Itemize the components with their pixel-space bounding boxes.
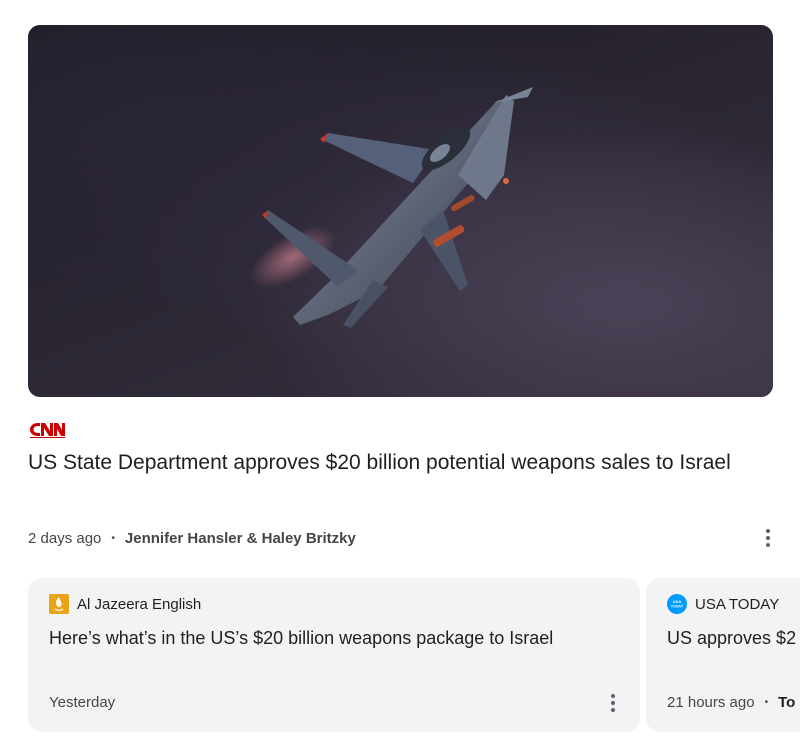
svg-text:USA: USA bbox=[673, 599, 682, 604]
main-story-authors[interactable]: Jennifer Hansler & Haley Britzky bbox=[125, 530, 356, 547]
hero-image[interactable] bbox=[28, 25, 773, 397]
card-time: 21 hours ago • To bbox=[667, 694, 795, 711]
main-story-meta: 2 days ago • Jennifer Hansler & Haley Br… bbox=[28, 528, 356, 548]
card-title[interactable]: US approves $2 bbox=[667, 626, 796, 650]
meta-separator: • bbox=[111, 532, 115, 544]
meta-separator: • bbox=[764, 697, 769, 708]
card-time-text: 21 hours ago bbox=[667, 694, 755, 711]
card-source: USA TODAY USA TODAY bbox=[667, 594, 779, 614]
card-source-name: USA TODAY bbox=[695, 595, 780, 613]
usatoday-logo: USA TODAY bbox=[667, 594, 687, 614]
news-story-cluster: US State Department approves $20 billion… bbox=[0, 0, 800, 740]
main-story-more-button[interactable] bbox=[756, 526, 780, 550]
related-story-card[interactable]: USA TODAY USA TODAY US approves $2 21 ho… bbox=[646, 578, 800, 732]
main-story-time: 2 days ago bbox=[28, 529, 102, 547]
cnn-logo bbox=[28, 420, 66, 438]
related-story-card[interactable]: Al Jazeera English Here’s what’s in the … bbox=[28, 578, 640, 732]
card-more-button[interactable] bbox=[601, 691, 625, 715]
card-time: Yesterday bbox=[49, 694, 115, 711]
aljazeera-logo bbox=[49, 594, 69, 614]
card-time-text: Yesterday bbox=[49, 694, 116, 711]
card-source: Al Jazeera English bbox=[49, 594, 201, 614]
more-vert-icon bbox=[766, 528, 770, 549]
card-source-name: Al Jazeera English bbox=[77, 595, 202, 613]
card-author-fragment[interactable]: To bbox=[778, 694, 795, 711]
fighter-jet-illustration bbox=[250, 87, 533, 328]
card-title[interactable]: Here’s what’s in the US’s $20 billion we… bbox=[49, 626, 553, 650]
more-vert-icon bbox=[611, 693, 615, 714]
svg-text:TODAY: TODAY bbox=[671, 605, 684, 609]
main-story-headline[interactable]: US State Department approves $20 billion… bbox=[28, 450, 758, 476]
